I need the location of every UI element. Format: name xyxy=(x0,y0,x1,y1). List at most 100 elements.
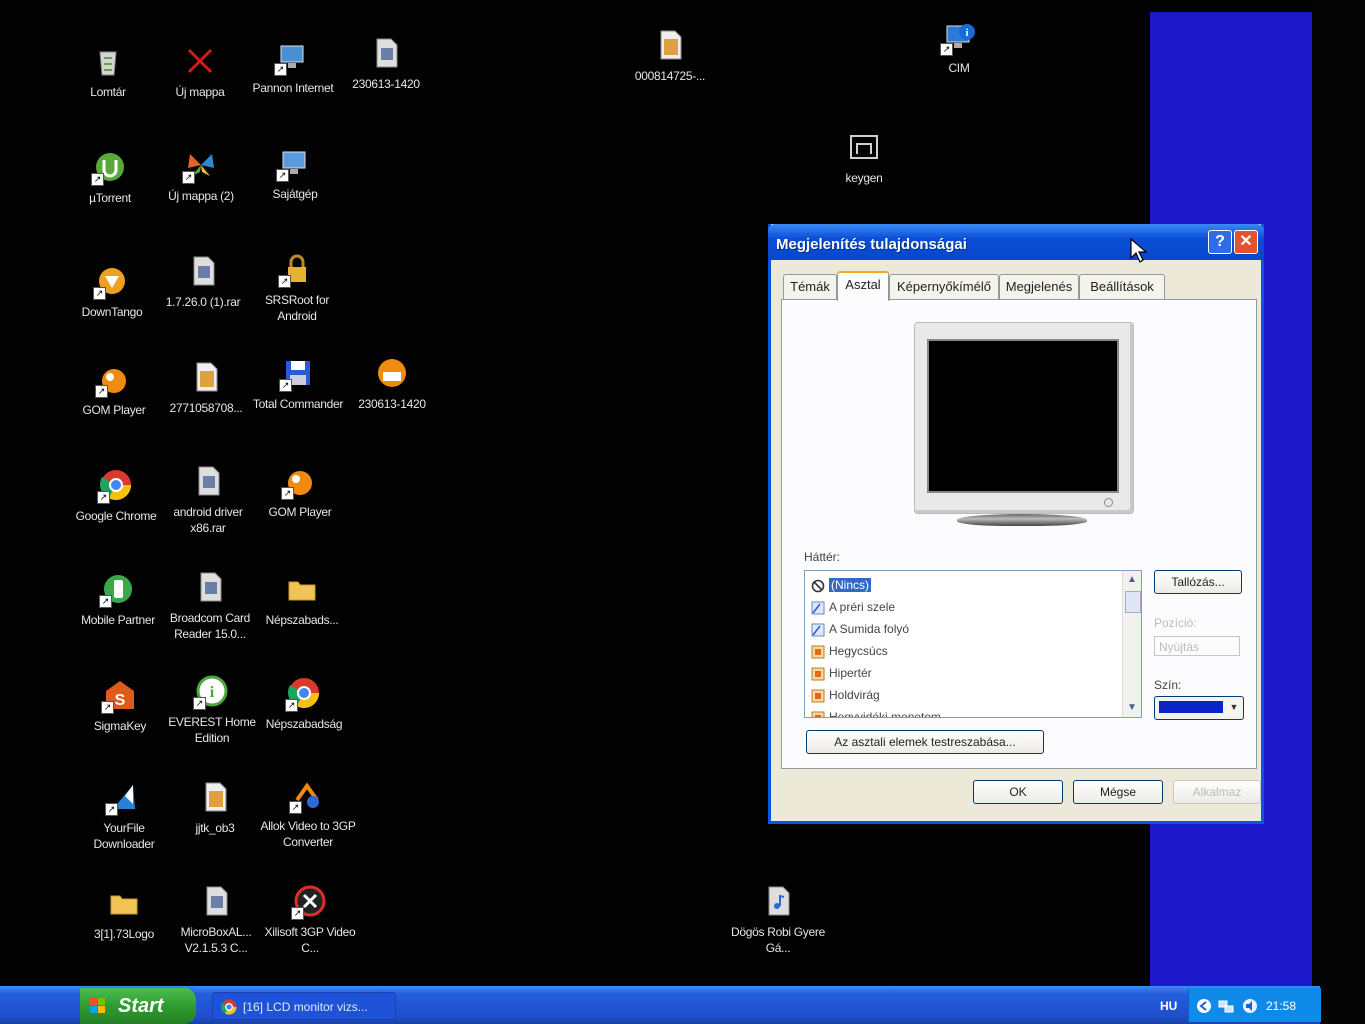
background-list-item[interactable]: A préri szele xyxy=(811,597,895,617)
red-x-icon xyxy=(183,44,217,78)
background-list-item-label: Holdvirág xyxy=(829,688,880,702)
background-list-item-label: Hegyvidéki menetem xyxy=(829,710,942,718)
close-button[interactable]: ✕ xyxy=(1234,230,1258,254)
svg-text:S: S xyxy=(115,692,126,709)
desktop-icon-73logo[interactable]: 3[1].73Logo xyxy=(76,886,172,942)
desktop-icon-label: Népszabads... xyxy=(265,613,339,627)
background-list-item[interactable]: Hegyvidéki menetem xyxy=(811,707,942,718)
desktop-icon-android-driver[interactable]: android driver x86.rar xyxy=(160,464,256,536)
scroll-down-icon[interactable]: ▼ xyxy=(1125,701,1139,715)
tab-kepernyokimelo[interactable]: Képernyőkímélő xyxy=(889,274,999,299)
desktop-icon-sigmakey[interactable]: S ↗ SigmaKey xyxy=(72,678,168,734)
desktop-icon-total-commander[interactable]: ↗ Total Commander xyxy=(250,356,346,412)
chrome-icon xyxy=(221,999,237,1015)
background-list-item[interactable]: (Nincs) xyxy=(811,575,871,595)
desktop-icon-sajatgep[interactable]: ↗ Sajátgép xyxy=(247,146,343,202)
start-label: Start xyxy=(118,995,164,1017)
desktop-icon-lomtar[interactable]: Lomtár xyxy=(60,44,156,100)
desktop-icon-mobile-partner[interactable]: ↗ Mobile Partner xyxy=(70,572,166,628)
desktop-icon-chrome1[interactable]: ↗ Google Chrome xyxy=(68,468,164,524)
shortcut-arrow-icon: ↗ xyxy=(940,43,953,56)
color-picker[interactable]: ▼ xyxy=(1154,696,1244,720)
desktop-icon-label: µTorrent xyxy=(89,191,131,205)
desktop-icon-gom1[interactable]: ↗ GOM Player xyxy=(66,362,162,418)
start-button[interactable]: Start xyxy=(80,988,196,1024)
background-list-item[interactable]: A Sumida folyó xyxy=(811,619,909,639)
dialog-titlebar[interactable]: Megjelenítés tulajdonságai ? ✕ xyxy=(768,224,1264,260)
desktop-icon-downtango[interactable]: ↗ DownTango xyxy=(64,264,160,320)
screen-bezel xyxy=(1312,0,1365,1024)
dialog-title: Megjelenítés tulajdonságai xyxy=(776,236,967,253)
tab-temak[interactable]: Témák xyxy=(783,274,837,299)
desktop-icon-xilisoft[interactable]: ↗ Xilisoft 3GP Video C... xyxy=(262,884,358,956)
desktop-icon-label: DownTango xyxy=(81,305,143,319)
desktop-icon-cim[interactable]: i ↗ CIM xyxy=(911,20,1007,76)
my-computer-icon: ↗ xyxy=(276,146,312,182)
desktop-icon-label: Pannon Internet xyxy=(252,81,334,95)
desktop-icon-broadcom[interactable]: Broadcom Card Reader 15.0... xyxy=(162,570,258,642)
desktop-icon-keygen[interactable]: keygen xyxy=(816,130,912,186)
desktop-icon-uj-mappa-2[interactable]: ↗ Új mappa (2) xyxy=(153,148,249,204)
desktop-icon-nepszabadsag-chrome[interactable]: ↗ Népszabadság xyxy=(256,676,352,732)
desktop-icon-utorrent[interactable]: ↗ µTorrent xyxy=(62,150,158,206)
background-listbox[interactable]: (Nincs) A préri szele A Sumida folyó Hegycs… xyxy=(804,570,1142,718)
apply-button[interactable]: Alkalmaz xyxy=(1173,780,1261,804)
position-label: Pozíció: xyxy=(1154,616,1197,630)
scrollbar-thumb[interactable] xyxy=(1125,591,1141,613)
tab-asztal[interactable]: Asztal xyxy=(837,271,889,301)
browse-button[interactable]: Tallózás... xyxy=(1154,570,1242,594)
customize-desktop-button[interactable]: Az asztali elemek testreszabása... xyxy=(806,730,1044,754)
tab-megjelenes[interactable]: Megjelenés xyxy=(999,274,1079,299)
desktop-icon-file-2771[interactable]: 2771058708... xyxy=(158,360,254,416)
desktop-icon-label: CIM xyxy=(948,61,970,75)
taskbar xyxy=(0,986,1320,1024)
network-icon[interactable] xyxy=(1218,998,1234,1014)
shortcut-arrow-icon: ↗ xyxy=(279,379,292,392)
desktop-icon-everest[interactable]: i ↗ EVEREST Home Edition xyxy=(164,674,260,746)
desktop-icon-label: Broadcom Card Reader 15.0... xyxy=(169,611,251,641)
background-list-item[interactable]: Holdvirág xyxy=(811,685,880,705)
volume-icon[interactable] xyxy=(1242,998,1258,1014)
shortcut-arrow-icon: ↗ xyxy=(291,907,304,920)
background-list-item[interactable]: Hegycsúcs xyxy=(811,641,888,661)
background-list-item[interactable]: Hipertér xyxy=(811,663,872,683)
image-icon xyxy=(811,645,825,659)
taskbar-item-browser[interactable]: [16] LCD monitor vizs... xyxy=(212,992,396,1020)
desktop-icon-label: android driver x86.rar xyxy=(173,505,243,535)
shortcut-arrow-icon: ↗ xyxy=(93,287,106,300)
shortcut-arrow-icon: ↗ xyxy=(193,697,206,710)
desktop-icon-uj-mappa[interactable]: Új mappa xyxy=(152,44,248,100)
background-list-item-label: (Nincs) xyxy=(829,578,871,592)
desktop-icon-label: SigmaKey xyxy=(93,719,147,733)
desktop-icon-dogos[interactable]: Dögös Robi Gyere Gá... xyxy=(730,884,826,956)
none-icon xyxy=(811,579,825,593)
monitor-preview xyxy=(914,322,1134,514)
scroll-up-icon[interactable]: ▲ xyxy=(1125,573,1139,587)
help-button[interactable]: ? xyxy=(1208,230,1232,254)
tab-beallitasok[interactable]: Beállítások xyxy=(1079,274,1165,299)
desktop-icon-rar-230613[interactable]: 230613-1420 xyxy=(338,36,434,92)
desktop-icon-label: Xilisoft 3GP Video C... xyxy=(264,925,356,955)
desktop-icon-avi-230613[interactable]: 230613-1420 xyxy=(344,356,440,412)
desktop-icon-nepszabads[interactable]: Népszabads... xyxy=(254,572,350,628)
background-list-scrollbar[interactable]: ▲ ▼ xyxy=(1122,571,1141,717)
svg-text:i: i xyxy=(965,27,968,39)
desktop-icon-rar-1726[interactable]: 1.7.26.0 (1).rar xyxy=(155,254,251,310)
archive-file-icon xyxy=(186,254,220,288)
desktop-icon-allok[interactable]: ↗ Allok Video to 3GP Converter xyxy=(260,778,356,850)
cancel-button[interactable]: Mégse xyxy=(1073,780,1163,804)
archive-file-icon xyxy=(191,464,225,498)
desktop-icon-label: EVEREST Home Edition xyxy=(168,715,256,745)
position-select[interactable]: Nyújtás xyxy=(1154,636,1240,656)
desktop-icon-file-000814725[interactable]: 000814725-... xyxy=(622,28,718,84)
desktop-icon-pannon[interactable]: ↗ Pannon Internet xyxy=(245,40,341,96)
desktop-icon-srsroot[interactable]: ↗ SRSRoot for Android xyxy=(249,252,345,324)
tray-arrow-icon[interactable] xyxy=(1196,998,1212,1014)
desktop-icon-yourfile[interactable]: ↗ YourFile Downloader xyxy=(76,780,172,852)
desktop-icon-jtk-ob3[interactable]: jjtk_ob3 xyxy=(167,780,263,836)
desktop-icon-microbox[interactable]: MicroBoxAL... V2.1.5.3 C... xyxy=(168,884,264,956)
language-indicator[interactable]: HU xyxy=(1160,992,1177,1020)
chevron-down-icon[interactable]: ▼ xyxy=(1227,699,1241,715)
ok-button[interactable]: OK xyxy=(973,780,1063,804)
desktop-icon-gom2[interactable]: ↗ GOM Player xyxy=(252,464,348,520)
